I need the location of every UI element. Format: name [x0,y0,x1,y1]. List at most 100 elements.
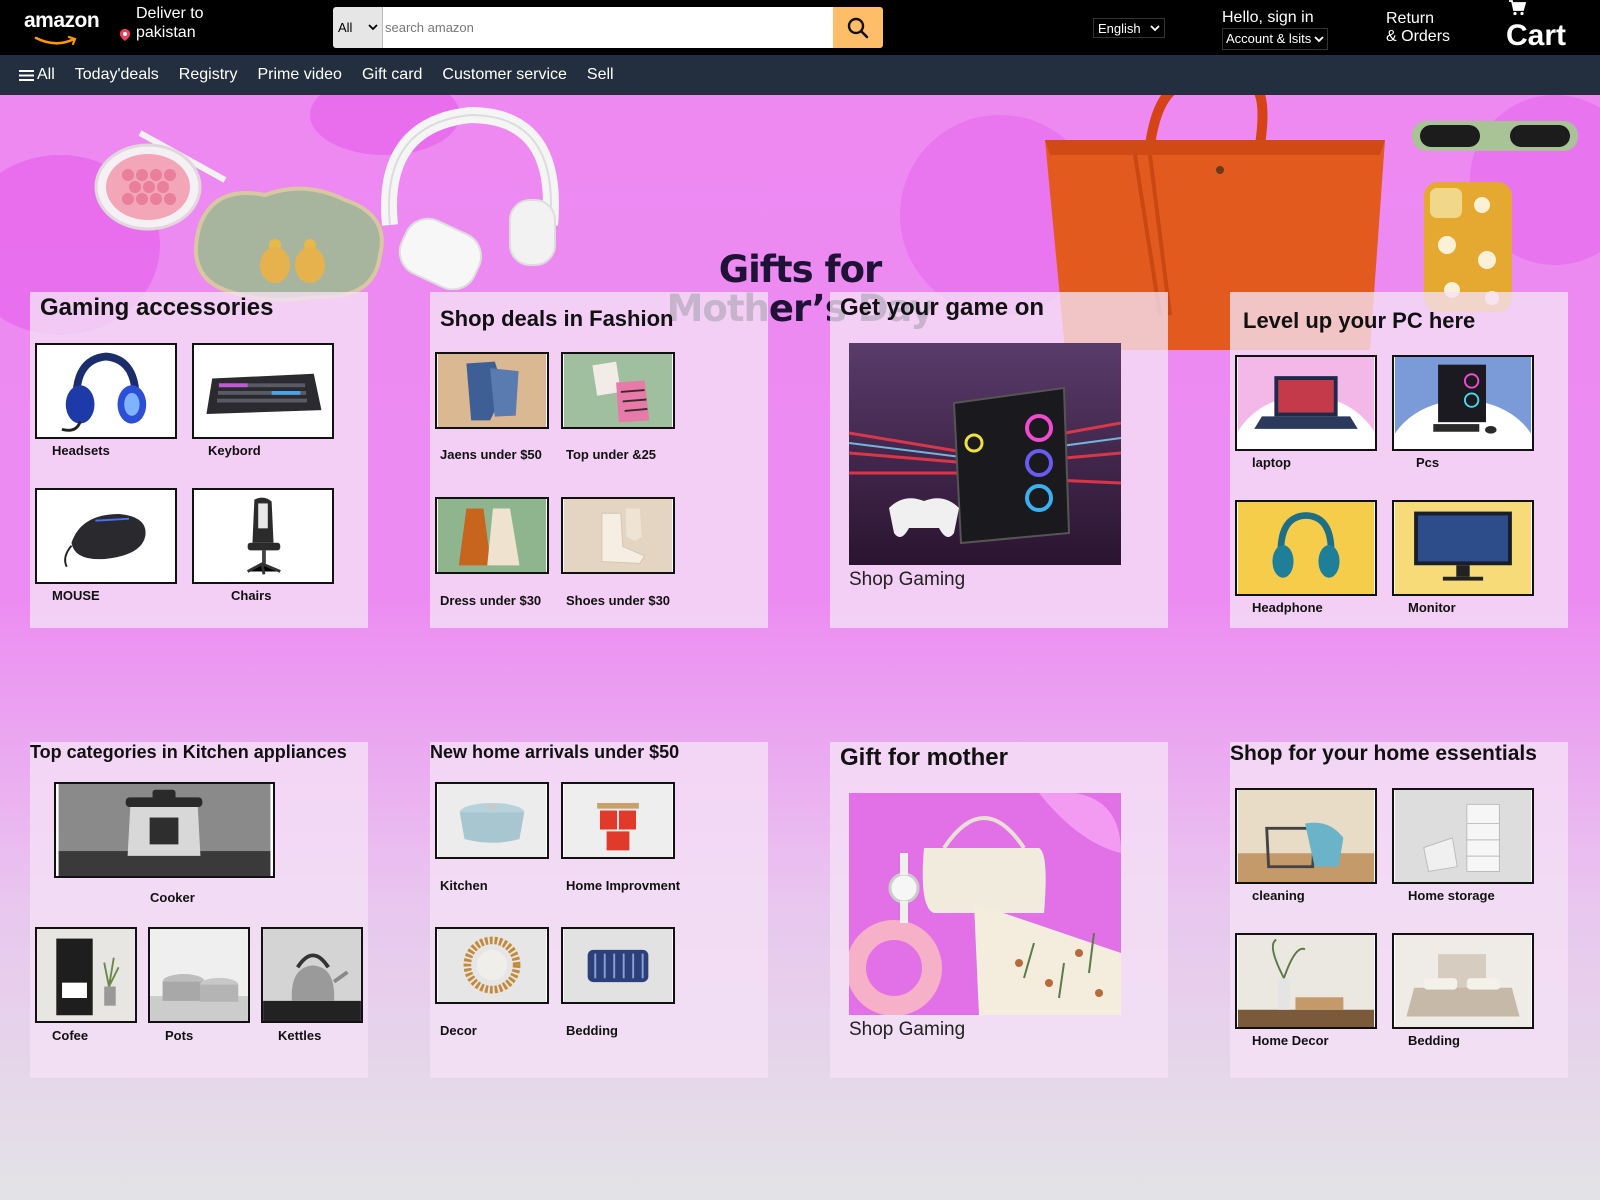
chevron-down-icon [368,24,378,31]
monitor-image [1394,502,1532,594]
search-category-value: All [338,20,353,35]
returns-orders[interactable]: Return & Orders [1386,10,1450,46]
tile-tops[interactable] [561,352,675,429]
location-pin-icon [119,29,131,41]
tile-cleaning[interactable] [1235,788,1377,884]
tile-label: MOUSE [52,588,100,603]
gift-banner[interactable] [849,793,1121,1015]
tile-bedding-essentials[interactable] [1392,933,1534,1029]
tile-label: Chairs [231,588,272,603]
search-input[interactable] [383,7,833,48]
tile-jeans[interactable] [435,352,549,429]
deliver-label: Deliver to [136,5,204,22]
card-level-up-pc: Level up your PC here laptop Pcs Headpho… [1230,292,1568,628]
cart-icon [1509,0,1526,16]
tile-label: Headsets [52,443,110,458]
tile-label: Cooker [150,890,195,905]
shop-gift-link[interactable]: Shop Gaming [849,1019,965,1041]
amazon-logo[interactable]: amazon [24,9,100,46]
nav-customer-service[interactable]: Customer service [442,66,566,84]
tile-label: Bedding [566,1023,618,1038]
card-home-essentials: Shop for your home essentials cleaning H… [1230,742,1568,1078]
nav-sell[interactable]: Sell [587,66,614,84]
tile-coffee[interactable] [35,927,137,1023]
gaming-chair-image [194,490,332,582]
nav-gift-card[interactable]: Gift card [362,66,422,84]
signin-greeting: Hello, sign in [1222,9,1314,26]
jeans-image [437,354,547,427]
account-lists-select[interactable]: Account & lsits [1222,28,1329,50]
nav-all[interactable]: All [19,66,55,84]
headset-image [37,345,175,437]
deliver-to[interactable]: Deliver to pakistan [118,4,204,42]
card-gift-for-mother: Gift for mother Shop Gaming [830,742,1168,1078]
account-lists-label: Account & lsits [1226,31,1312,46]
pressure-cooker-image [58,784,271,876]
tile-label: Bedding [1408,1033,1460,1048]
tile-shoes[interactable] [561,497,675,574]
keyboard-image [194,345,332,437]
tile-label: Shoes under $30 [566,593,671,608]
card-title: Get your game on [840,294,1045,321]
card-title: Shop deals in Fashion [440,306,674,331]
card-new-home-arrivals: New home arrivals under $50 Kitchen Home… [430,742,768,1078]
cart-label: Cart [1506,19,1567,52]
tile-mouse[interactable] [35,488,177,584]
tile-kettles[interactable] [261,927,363,1023]
pots-image [150,929,248,1021]
tile-label: Pcs [1416,455,1440,470]
cleaning-image [1237,790,1375,882]
tile-label: Decor [440,1023,477,1038]
tile-label: Home storage [1408,888,1495,903]
card-title: Top categories in Kitchen appliances [30,742,347,762]
tile-pots[interactable] [148,927,250,1023]
tile-keyboard[interactable] [192,343,334,439]
gaming-pc-banner[interactable] [849,343,1121,565]
paint-cans-image [563,784,673,857]
tile-home-improvement[interactable] [561,782,675,859]
nav-registry[interactable]: Registry [179,66,238,84]
shoes-image [563,499,673,572]
tile-pcs[interactable] [1392,355,1534,451]
language-value: English [1098,20,1141,36]
sun-mirror-image [437,929,547,1002]
tile-chairs[interactable] [192,488,334,584]
tile-laptop[interactable] [1235,355,1377,451]
tile-label: Keybord [208,443,261,458]
tile-decor[interactable] [435,927,549,1004]
language-select[interactable]: English [1093,18,1165,38]
card-title: Level up your PC here [1243,308,1476,333]
laptop-image [1237,357,1375,449]
kettle-image [263,929,361,1021]
logo-smile-icon [34,35,77,46]
shop-gaming-link[interactable]: Shop Gaming [849,569,965,591]
tops-image [563,354,673,427]
tile-cooker[interactable] [54,782,275,878]
tile-label: Jaens under $50 [440,447,542,462]
nav-all-label: All [37,66,55,83]
tile-headsets[interactable] [35,343,177,439]
card-title: Gaming accessories [40,294,274,321]
account-signin[interactable]: Hello, sign in Account & lsits [1222,9,1329,50]
card-gaming-accessories: Gaming accessories Headsets Keybord MOUS… [30,292,368,628]
search-category-select[interactable]: All [333,7,383,48]
orders-line1: Return [1386,10,1435,27]
search-button[interactable] [833,7,883,48]
orders-line2: & Orders [1386,28,1451,45]
tile-label: Monitor [1408,600,1456,615]
tile-dresses[interactable] [435,497,549,574]
tile-kitchen[interactable] [435,782,549,859]
bed-image [1394,935,1532,1027]
coffee-maker-image [37,929,135,1021]
nav-prime-video[interactable]: Prime video [257,66,341,84]
tile-headphone[interactable] [1235,500,1377,596]
tile-label: Headphone [1252,600,1323,615]
tile-bedding[interactable] [561,927,675,1004]
search-bar: All [333,7,883,48]
tile-home-storage[interactable] [1392,788,1534,884]
nav-todays-deals[interactable]: Today'deals [75,66,159,84]
logo-text: amazon [24,9,100,32]
tile-label: Kitchen [440,878,488,893]
tile-monitor[interactable] [1392,500,1534,596]
tile-home-decor[interactable] [1235,933,1377,1029]
